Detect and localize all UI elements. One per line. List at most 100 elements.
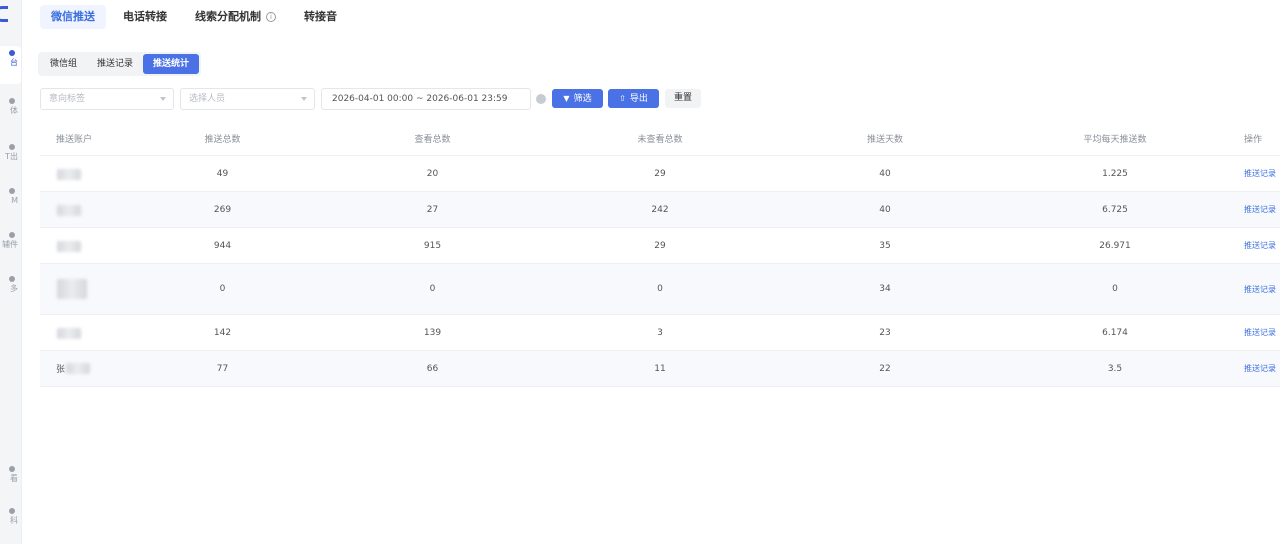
- push-total-cell: 0: [219, 284, 226, 294]
- masked-name: [66, 363, 91, 374]
- push-records-link[interactable]: 推送记录: [1240, 284, 1280, 295]
- info-icon[interactable]: i: [266, 12, 276, 22]
- push-records-link[interactable]: 推送记录: [1240, 168, 1280, 179]
- masked-name: [57, 204, 81, 216]
- intent-tag-select[interactable]: 意向标签: [40, 88, 174, 110]
- account-cell: [40, 326, 120, 339]
- push-records-link[interactable]: 推送记录: [1240, 363, 1280, 374]
- avg-cell: 1.225: [1102, 168, 1128, 179]
- viewed-cell: 139: [423, 327, 442, 338]
- sidebar-item-8[interactable]: 科: [0, 508, 21, 526]
- sidebar-item-label: M: [11, 196, 18, 205]
- date-range-picker[interactable]: 2026-04-01 00:00 ~ 2026-06-01 23:59: [321, 88, 531, 110]
- push-records-link[interactable]: 推送记录: [1240, 327, 1280, 338]
- date-range-value: 2026-04-01 00:00 ~ 2026-06-01 23:59: [332, 94, 508, 104]
- viewed-cell: 915: [423, 240, 442, 251]
- nav-icon: [9, 144, 15, 150]
- table-row: 142 139 3 23 6.174 推送记录: [40, 315, 1280, 351]
- export-button-label: 导出: [629, 94, 648, 104]
- nav-icon: [9, 98, 15, 104]
- masked-name: [57, 327, 81, 339]
- days-cell: 23: [879, 327, 891, 338]
- clear-icon[interactable]: [536, 94, 546, 104]
- subtab-push-stats[interactable]: 推送统计: [143, 54, 200, 74]
- sidebar-item-workbench[interactable]: 台: [0, 46, 21, 84]
- sidebar-item-4[interactable]: M: [0, 188, 21, 206]
- col-header: 查看总数: [414, 134, 451, 145]
- tab-lead-allocation[interactable]: 线索分配机制 i: [184, 5, 287, 29]
- col-header: 平均每天推送数: [1083, 134, 1147, 145]
- table-row: 944 915 29 35 26.971 推送记录: [40, 228, 1280, 264]
- filter-button[interactable]: ▼ 筛选: [552, 89, 603, 108]
- unviewed-cell: 0: [657, 284, 663, 294]
- masked-name: [57, 279, 87, 299]
- viewed-cell: 0: [429, 284, 436, 294]
- sidebar-item-label: 体: [10, 106, 18, 115]
- intent-tag-placeholder: 意向标签: [49, 94, 86, 104]
- table-header: 推送账户 推送总数 查看总数 未查看总数 推送天数 平均每天推送数 操作: [40, 121, 1280, 156]
- push-total-cell: 142: [213, 327, 232, 338]
- tab-wechat-push[interactable]: 微信推送: [40, 5, 106, 29]
- viewed-cell: 66: [426, 363, 439, 374]
- tab-label: 线索分配机制: [195, 10, 261, 23]
- sidebar: 台 体 T出 M 辅件 多 看 科: [0, 0, 22, 544]
- tab-label: 电话转接: [123, 10, 167, 23]
- account-cell: [40, 279, 120, 299]
- top-tabs: 微信推送 电话转接 线索分配机制 i 转接音: [40, 4, 354, 30]
- days-cell: 22: [879, 363, 891, 374]
- account-name: 张: [56, 365, 66, 375]
- days-cell: 40: [879, 168, 891, 179]
- filter-button-label: 筛选: [573, 94, 592, 104]
- subtab-wechat-group[interactable]: 微信组: [40, 54, 87, 74]
- col-header: 未查看总数: [637, 134, 683, 145]
- sidebar-item-3[interactable]: T出: [0, 144, 21, 162]
- logo-icon: [0, 6, 8, 22]
- table-row: 49 20 29 40 1.225 推送记录: [40, 156, 1280, 192]
- push-total-cell: 49: [216, 168, 229, 179]
- table-row: 269 27 242 40 6.725 推送记录: [40, 192, 1280, 228]
- nav-icon: [9, 232, 15, 238]
- nav-icon: [9, 188, 15, 194]
- account-cell: [40, 239, 120, 252]
- account-cell: [40, 167, 120, 180]
- reset-button[interactable]: 重置: [665, 89, 701, 108]
- workbench-icon: [9, 50, 15, 56]
- nav-icon: [9, 466, 15, 472]
- sidebar-item-label: 台: [10, 58, 18, 67]
- sidebar-item-label: 看: [10, 474, 18, 483]
- col-header: 推送天数: [866, 134, 903, 145]
- table-row: 0 0 0 34 0 推送记录: [40, 264, 1280, 315]
- person-select[interactable]: 选择人员: [180, 88, 315, 110]
- subtab-push-records[interactable]: 推送记录: [87, 54, 143, 74]
- push-records-link[interactable]: 推送记录: [1240, 240, 1280, 251]
- avg-cell: 6.174: [1102, 327, 1128, 338]
- col-header: 操作: [1244, 134, 1263, 145]
- push-total-cell: 269: [213, 204, 232, 215]
- account-cell: [40, 203, 120, 216]
- tab-transfer-tone[interactable]: 转接音: [293, 5, 348, 29]
- account-cell: 张: [40, 362, 120, 375]
- tab-label: 转接音: [304, 10, 337, 23]
- sidebar-item-2[interactable]: 体: [0, 98, 21, 116]
- push-stats-table: 推送账户 推送总数 查看总数 未查看总数 推送天数 平均每天推送数 操作 49 …: [40, 121, 1280, 387]
- avg-cell: 3.5: [1107, 363, 1123, 374]
- sidebar-item-6[interactable]: 多: [0, 276, 21, 294]
- nav-icon: [9, 508, 15, 514]
- unviewed-cell: 29: [654, 240, 666, 251]
- col-header: 推送账户: [56, 134, 93, 145]
- unviewed-cell: 3: [657, 327, 663, 338]
- push-records-link[interactable]: 推送记录: [1240, 204, 1280, 215]
- unviewed-cell: 11: [654, 363, 666, 374]
- tab-phone-transfer[interactable]: 电话转接: [112, 5, 178, 29]
- table-row: 张 77 66 11 22 3.5 推送记录: [40, 351, 1280, 387]
- sidebar-item-5[interactable]: 辅件: [0, 232, 21, 250]
- days-cell: 40: [879, 204, 891, 215]
- sidebar-item-label: T出: [5, 152, 18, 161]
- sub-tabs: 微信组 推送记录 推送统计: [38, 52, 202, 76]
- chevron-down-icon: [301, 97, 307, 101]
- sidebar-item-7[interactable]: 看: [0, 466, 21, 484]
- avg-cell: 6.725: [1102, 204, 1128, 215]
- push-total-cell: 77: [216, 363, 229, 374]
- export-button[interactable]: ⇧ 导出: [608, 89, 659, 108]
- unviewed-cell: 29: [654, 168, 666, 179]
